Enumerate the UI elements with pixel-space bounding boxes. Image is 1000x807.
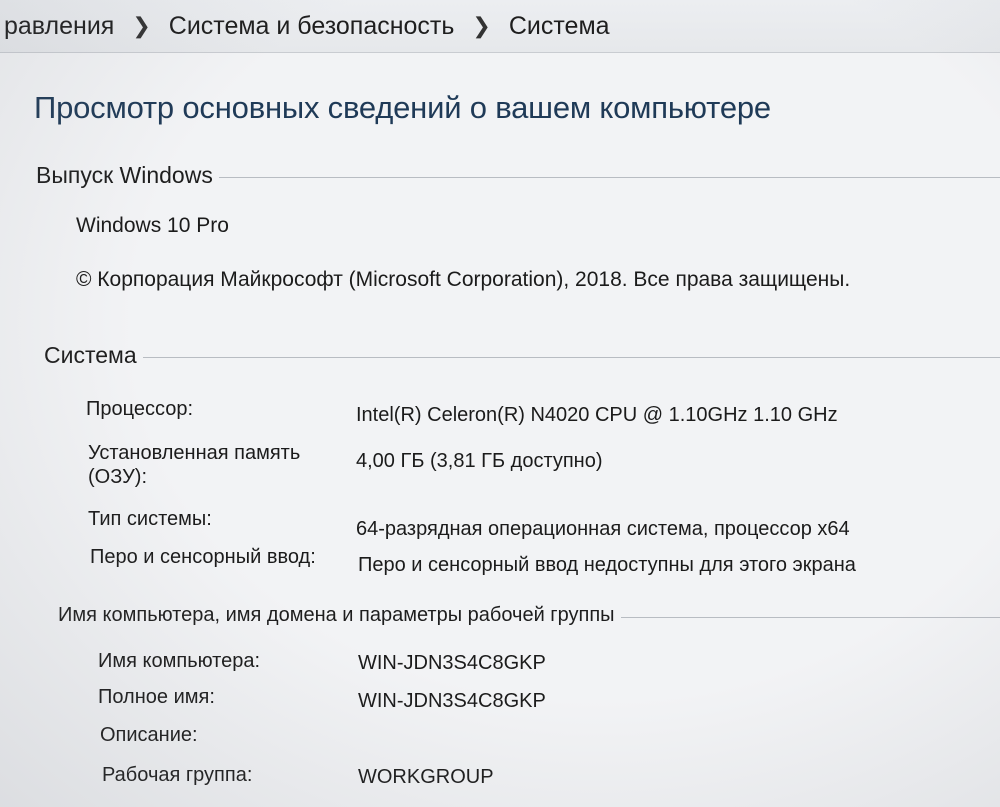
- breadcrumb-system-security[interactable]: Система и безопасность: [163, 12, 461, 41]
- system-type-label: Тип системы:: [88, 508, 212, 530]
- processor-value: Intel(R) Celeron(R) N4020 CPU @ 1.10GHz …: [356, 404, 838, 426]
- breadcrumb: равления ❯ Система и безопасность ❯ Сист…: [0, 0, 1000, 53]
- section-windows-edition: Выпуск Windows: [36, 162, 1000, 189]
- processor-label: Процессор:: [86, 398, 194, 420]
- chevron-right-icon[interactable]: ❯: [460, 13, 502, 39]
- breadcrumb-system[interactable]: Система: [503, 12, 616, 41]
- section-heading: Имя компьютера, имя домена и параметры р…: [58, 604, 615, 626]
- section-heading: Система: [44, 342, 137, 368]
- page-title: Просмотр основных сведений о вашем компь…: [34, 90, 771, 125]
- section-computer-name: Имя компьютера, имя домена и параметры р…: [58, 604, 1000, 627]
- system-type-value: 64-разрядная операционная система, проце…: [356, 518, 850, 540]
- section-divider: [142, 357, 1000, 358]
- section-divider: [620, 617, 1000, 618]
- pen-touch-value: Перо и сенсорный ввод недоступны для это…: [358, 554, 856, 576]
- memory-label-line2: (ОЗУ):: [88, 466, 147, 488]
- chevron-right-icon[interactable]: ❯: [120, 13, 162, 39]
- computer-name-value: WIN-JDN3S4C8GKP: [358, 652, 546, 674]
- section-system: Система: [44, 342, 1000, 369]
- full-name-value: WIN-JDN3S4C8GKP: [358, 690, 546, 712]
- windows-edition-value: Windows 10 Pro: [76, 214, 229, 237]
- section-divider: [218, 177, 1000, 178]
- breadcrumb-control-panel[interactable]: равления: [0, 12, 120, 41]
- computer-name-label: Имя компьютера:: [98, 650, 261, 672]
- section-heading: Выпуск Windows: [36, 162, 213, 188]
- copyright-text: © Корпорация Майкрософт (Microsoft Corpo…: [76, 268, 851, 291]
- memory-label: Установленная память: [88, 442, 301, 464]
- workgroup-value: WORKGROUP: [358, 766, 494, 788]
- memory-value: 4,00 ГБ (3,81 ГБ доступно): [356, 450, 603, 472]
- workgroup-label: Рабочая группа:: [102, 764, 253, 786]
- pen-touch-label: Перо и сенсорный ввод:: [90, 546, 316, 568]
- full-name-label: Полное имя:: [98, 686, 215, 708]
- description-label: Описание:: [100, 724, 198, 746]
